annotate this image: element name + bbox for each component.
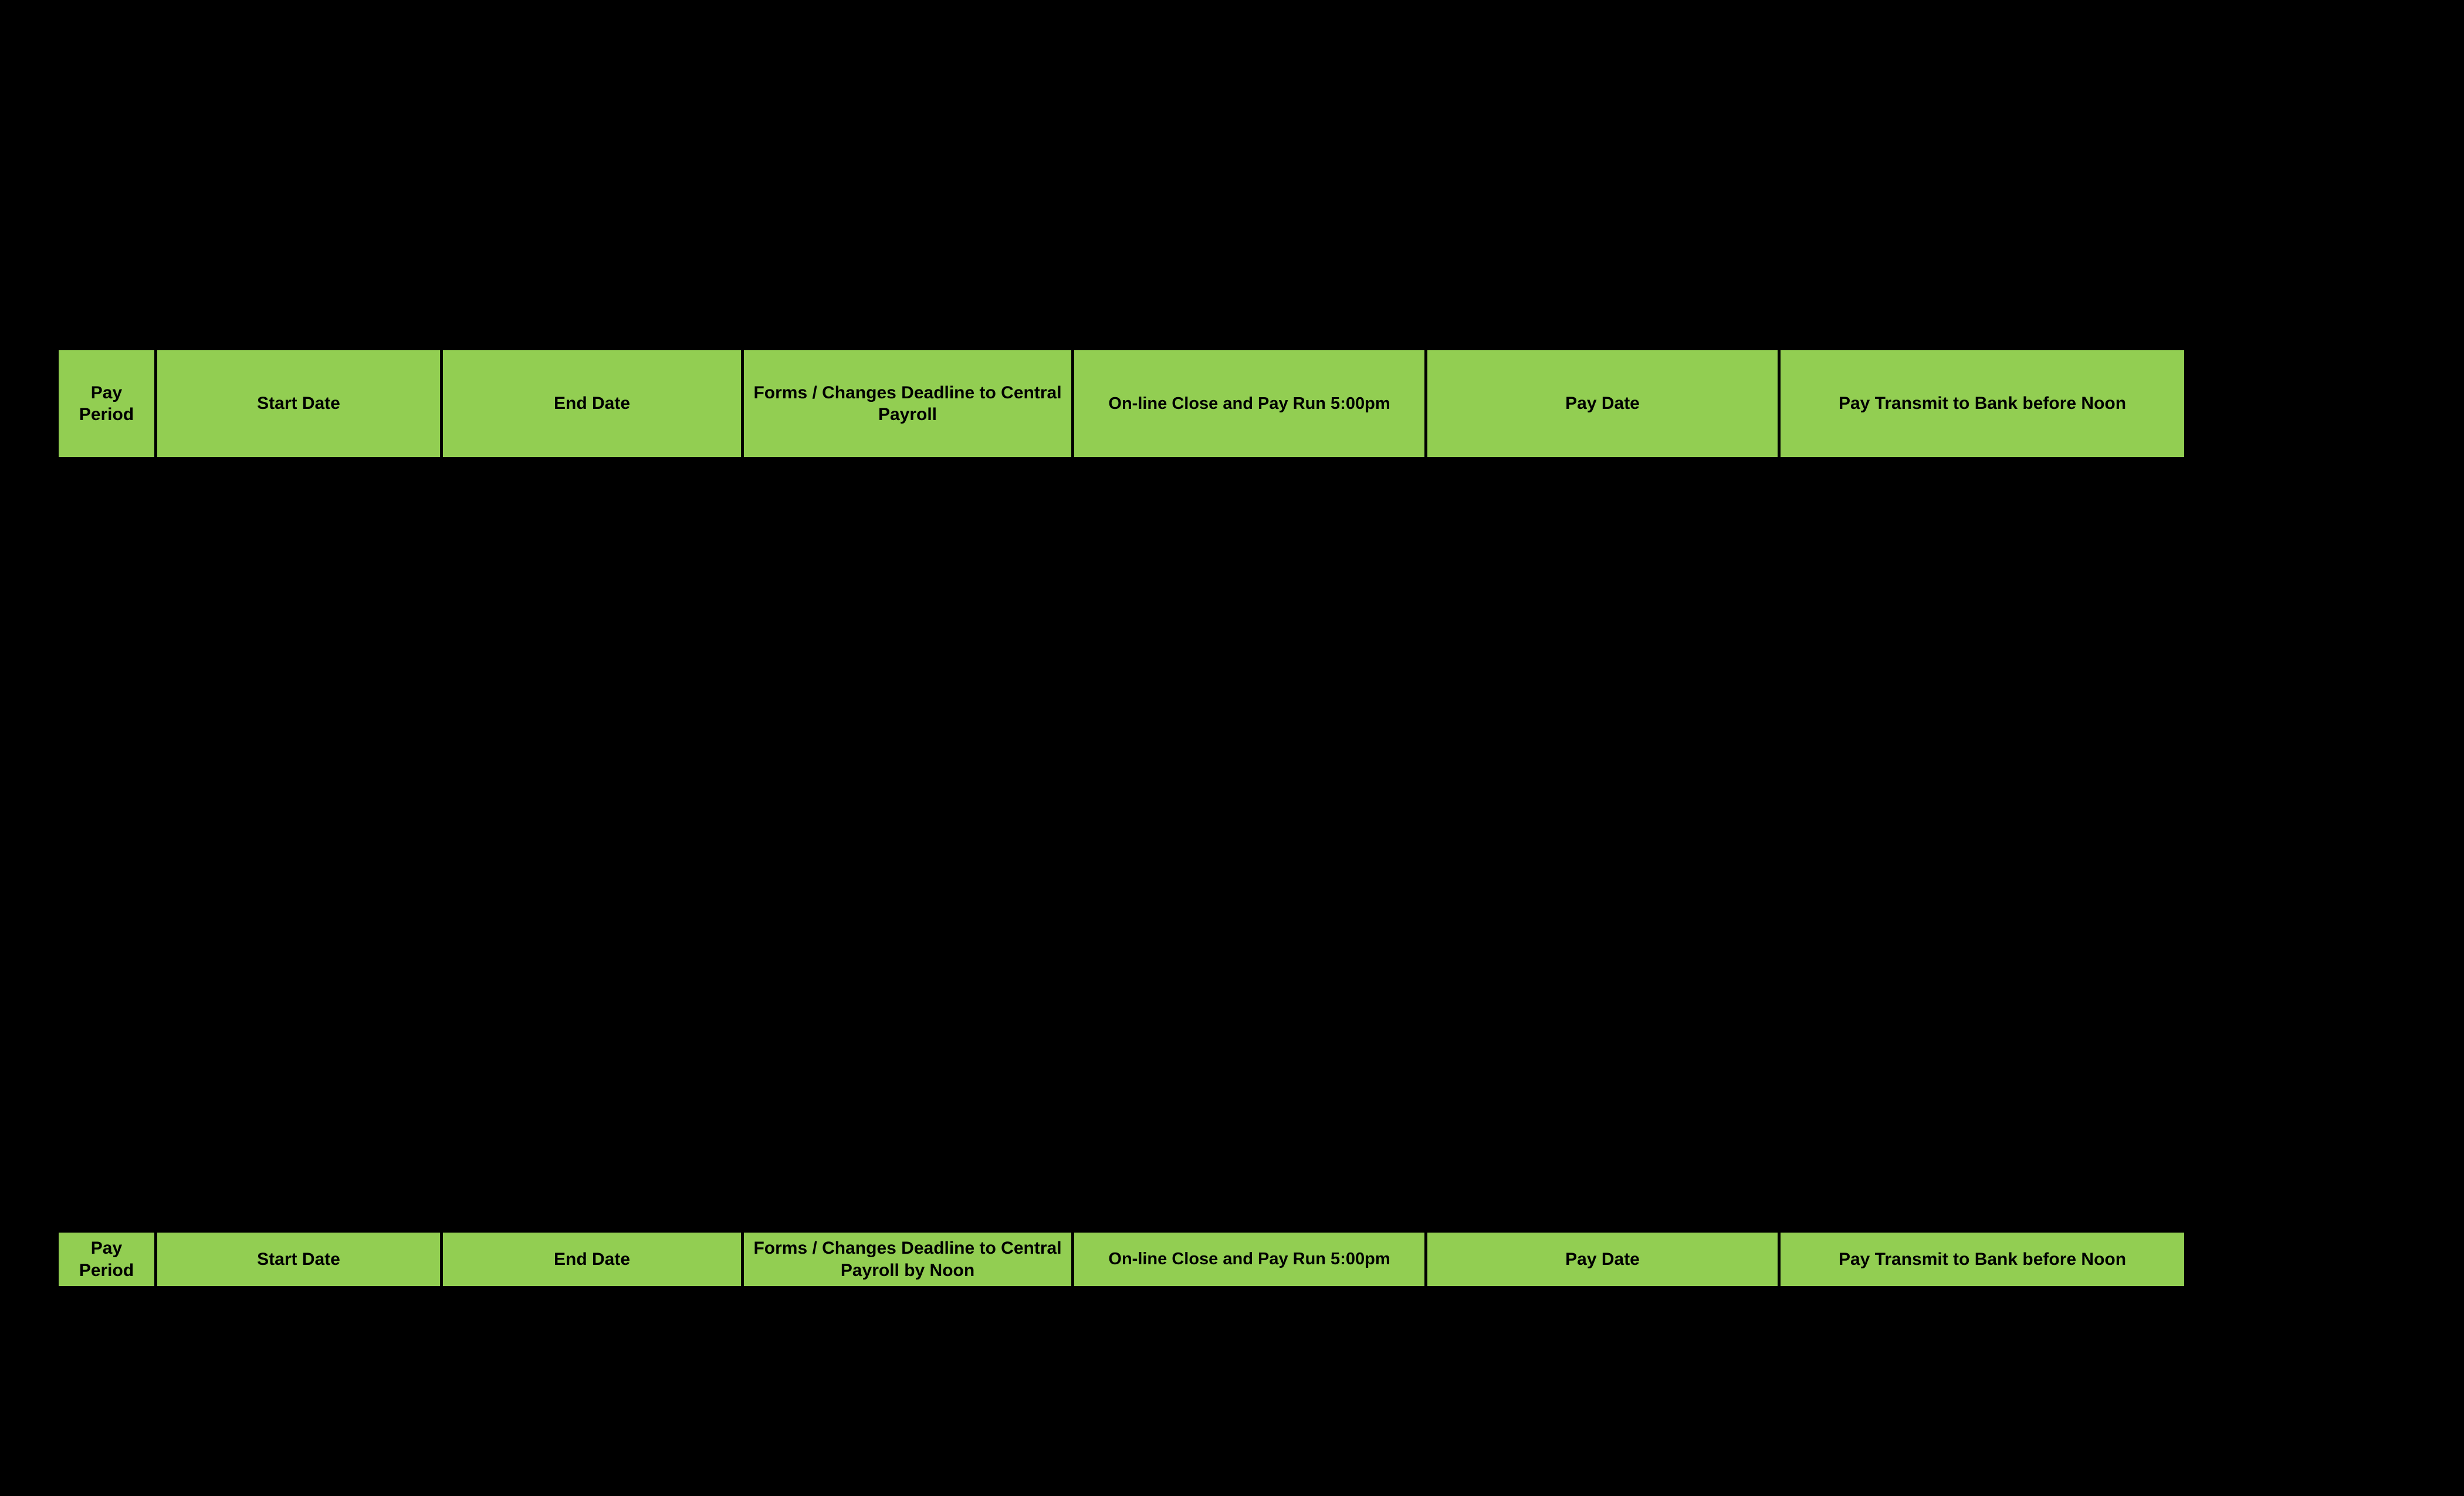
column-header-end-date[interactable]: End Date [443, 1233, 741, 1286]
column-header-start-date[interactable]: Start Date [157, 1233, 440, 1286]
column-header-online-close-pay-run[interactable]: On-line Close and Pay Run 5:00pm [1074, 350, 1424, 457]
column-header-start-date[interactable]: Start Date [157, 350, 440, 457]
column-header-pay-date[interactable]: Pay Date [1427, 350, 1778, 457]
column-header-pay-period[interactable]: Pay Period [59, 350, 154, 457]
column-header-forms-changes-deadline[interactable]: Forms / Changes Deadline to Central Payr… [744, 1233, 1071, 1286]
payroll-header-table-top: Pay Period Start Date End Date Forms / Ch… [59, 350, 2184, 457]
column-header-pay-transmit-to-bank[interactable]: Pay Transmit to Bank before Noon [1781, 350, 2184, 457]
payroll-header-table-bottom: Pay Period Start Date End Date Forms / Ch… [59, 1233, 2184, 1286]
column-header-pay-period[interactable]: Pay Period [59, 1233, 154, 1286]
column-header-online-close-pay-run[interactable]: On-line Close and Pay Run 5:00pm [1074, 1233, 1424, 1286]
column-header-end-date[interactable]: End Date [443, 350, 741, 457]
column-header-forms-changes-deadline[interactable]: Forms / Changes Deadline to Central Payr… [744, 350, 1071, 457]
column-header-pay-transmit-to-bank[interactable]: Pay Transmit to Bank before Noon [1781, 1233, 2184, 1286]
column-header-pay-date[interactable]: Pay Date [1427, 1233, 1778, 1286]
